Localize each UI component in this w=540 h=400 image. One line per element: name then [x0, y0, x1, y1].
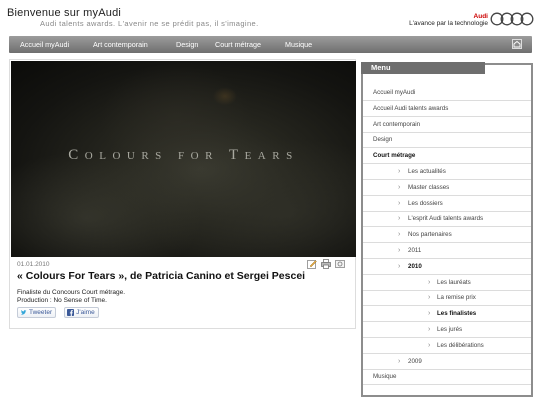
post-body: Finaliste du Concours Court métrage. Pro… — [17, 289, 125, 305]
menu-item-label: Master classes — [408, 183, 450, 191]
menu-item-label: La remise prix — [437, 294, 476, 302]
nav-item-court-metrage[interactable]: Court métrage — [215, 36, 261, 53]
menu-item-label: Les jurés — [437, 326, 463, 333]
chevron-right-icon: › — [398, 183, 401, 191]
print-icon[interactable] — [321, 259, 331, 269]
twitter-icon — [20, 310, 27, 315]
article-panel: Colours for Tears 01.01.2010 « Colours F… — [9, 59, 356, 329]
site-header: Bienvenue sur myAudi Audi talents awards… — [0, 0, 540, 34]
menu-item-label: Les dossiers — [408, 199, 443, 207]
site-tagline: Audi talents awards. L'avenir ne se préd… — [40, 19, 259, 28]
facebook-icon — [67, 309, 75, 316]
menu-item[interactable]: › 2009 — [363, 354, 531, 370]
post-date: 01.01.2010 — [17, 261, 50, 268]
post-title: « Colours For Tears », de Patricia Canin… — [17, 270, 306, 282]
post-body-line: Production : No Sense of Time. — [17, 297, 107, 304]
tweet-label: Tweeter — [29, 309, 53, 316]
menu-item[interactable]: Design — [363, 132, 531, 149]
menu-item[interactable]: › Les dossiers — [363, 196, 531, 212]
menu-item[interactable]: › 2010 — [363, 259, 531, 275]
nav-item-accueil-myaudi[interactable]: Accueil myAudi — [20, 36, 69, 53]
audi-brand-label: Audi — [473, 13, 488, 20]
menu-item-label: Nos partenaires — [408, 231, 452, 239]
video-title-card: Colours for Tears — [68, 147, 299, 163]
like-button[interactable]: J'aime — [64, 307, 99, 318]
menu-item-label: Design — [373, 136, 393, 144]
menu-item[interactable]: Accueil myAudi — [363, 85, 531, 101]
post-tools — [307, 259, 345, 269]
chevron-right-icon: › — [428, 310, 431, 318]
menu-header: Menu — [361, 62, 485, 74]
home-icon[interactable] — [512, 39, 522, 49]
chevron-right-icon: › — [428, 341, 431, 349]
menu-item-label: Accueil Audi talents awards — [373, 104, 449, 112]
menu-item-label: Les lauréats — [437, 278, 471, 286]
menu-item-label: L'esprit Audi talents awards — [408, 215, 484, 223]
menu-item[interactable]: › Nos partenaires — [363, 227, 531, 244]
menu-item[interactable]: › Master classes — [363, 180, 531, 196]
site-title: Bienvenue sur myAudi — [7, 7, 122, 19]
nav-item-musique[interactable]: Musique — [285, 36, 312, 53]
menu-item[interactable]: › Les lauréats — [363, 275, 531, 291]
chevron-right-icon: › — [398, 199, 401, 207]
menu-item[interactable]: › 2011 — [363, 243, 531, 259]
chevron-right-icon: › — [428, 326, 431, 333]
menu-item[interactable]: Musique — [363, 369, 531, 386]
menu-item-label: Court métrage — [373, 152, 416, 160]
menu-item-label: 2010 — [408, 262, 422, 270]
menu-item-label: Les finalistes — [437, 310, 477, 318]
menu-item-label: 2009 — [408, 357, 422, 365]
audi-slogan: L'avance par la technologie — [409, 20, 488, 27]
nav-item-art-contemporain[interactable]: Art contemporain — [93, 36, 148, 53]
chevron-right-icon: › — [398, 247, 401, 254]
chevron-right-icon: › — [428, 278, 431, 286]
menu-item-label: Les actualités — [408, 168, 446, 175]
menu-item-label: Accueil myAudi — [373, 89, 416, 96]
chevron-right-icon: › — [398, 168, 401, 175]
menu-item[interactable]: › Les jurés — [363, 322, 531, 338]
menu-item-label: Art contemporain — [373, 120, 421, 128]
nav-item-design[interactable]: Design — [176, 36, 198, 53]
chevron-right-icon: › — [398, 357, 401, 365]
menu-item[interactable]: › Les délibérations — [363, 338, 531, 354]
tweet-button[interactable]: Tweeter — [17, 307, 57, 318]
menu-item[interactable]: Accueil Audi talents awards — [363, 101, 531, 117]
post-body-line: Finaliste du Concours Court métrage. — [17, 289, 126, 296]
menu-item-label: 2011 — [408, 247, 422, 254]
menu-item-label: Musique — [373, 373, 397, 381]
menu-item[interactable]: Art contemporain — [363, 117, 531, 133]
menu-item[interactable]: › Les finalistes — [363, 306, 531, 323]
audi-rings-logo[interactable] — [490, 12, 534, 26]
menu-item[interactable]: › La remise prix — [363, 290, 531, 307]
edit-icon[interactable] — [307, 259, 317, 269]
chevron-right-icon: › — [398, 215, 401, 223]
chevron-right-icon: › — [428, 294, 431, 302]
share-buttons: Tweeter J'aime — [17, 307, 99, 318]
sidebar-menu: Menu Accueil myAudi Accueil Audi talents … — [361, 62, 533, 397]
video-player[interactable]: Colours for Tears — [11, 61, 356, 257]
menu-item[interactable]: › L'esprit Audi talents awards — [363, 211, 531, 228]
menu-item-label: Les délibérations — [437, 341, 484, 349]
chevron-right-icon: › — [398, 231, 401, 239]
email-icon[interactable] — [335, 259, 345, 269]
like-label: J'aime — [76, 309, 95, 316]
chevron-right-icon: › — [398, 262, 401, 270]
menu-item[interactable]: Court métrage — [363, 148, 531, 165]
menu-item[interactable]: › Les actualités — [363, 164, 531, 180]
main-nav: Accueil myAudi Art contemporain Design C… — [9, 36, 532, 53]
